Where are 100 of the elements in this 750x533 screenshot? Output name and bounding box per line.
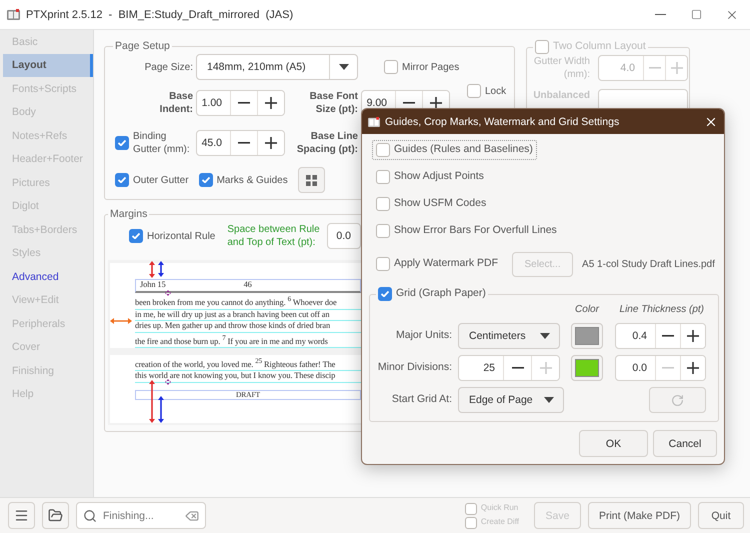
dialog-button[interactable]: Cancel <box>653 430 717 457</box>
window-title: PTXprint 2.5.12 - BIM_E:Study_Draft_mirrored (JAS) <box>26 8 294 20</box>
checkbox[interactable] <box>115 136 129 150</box>
minus-icon <box>662 335 674 337</box>
plus-icon <box>265 137 277 149</box>
spin-field[interactable]: 45.0 <box>196 130 285 156</box>
checkbox-label: Lock <box>485 84 506 98</box>
spin-field[interactable]: 0.4 <box>615 323 706 349</box>
number-field[interactable]: 0.0 <box>616 356 655 380</box>
checkbox-label: Two Column Layout <box>553 40 646 54</box>
field-label: Base Line Spacing (pt): <box>296 130 358 156</box>
checkbox-label: Show USFM Codes <box>394 196 486 210</box>
spin-field[interactable]: 1.00 <box>196 90 285 116</box>
grid-settings-button[interactable] <box>298 167 325 193</box>
color-button[interactable] <box>571 323 603 349</box>
field-label: Major Units: <box>396 329 452 343</box>
checkbox[interactable] <box>535 40 549 54</box>
column-header: Color <box>575 302 599 316</box>
minimize-icon <box>654 14 666 15</box>
open-folder-button[interactable] <box>42 502 69 529</box>
plus-icon <box>670 62 682 74</box>
margin-arrow <box>149 380 155 423</box>
checkbox[interactable] <box>115 173 129 187</box>
maximize-icon <box>690 9 702 20</box>
checkbox[interactable] <box>376 142 390 156</box>
minus-icon <box>238 102 250 104</box>
folder-icon <box>48 508 63 523</box>
checkbox[interactable] <box>129 229 143 243</box>
checkbox[interactable] <box>376 196 390 210</box>
minus-icon <box>403 102 415 104</box>
field-label: Base Indent: <box>158 90 193 116</box>
checkbox[interactable] <box>464 502 477 514</box>
body-text-line: creation of the world, you loved me. $^{25}$ Righteous father! The <box>135 356 361 372</box>
sidebar-item[interactable]: Advanced <box>3 265 93 288</box>
number-field[interactable]: 0.4 <box>616 324 655 348</box>
checkbox-label: Quick Run <box>480 503 518 514</box>
quit-button[interactable]: Quit <box>698 502 744 529</box>
spin-field[interactable]: 0.0 <box>615 355 706 381</box>
menu-button[interactable] <box>8 502 35 529</box>
checkbox-label: Binding Gutter (mm): <box>133 130 191 156</box>
start-grid-dropdown[interactable]: Edge of Page <box>458 387 564 413</box>
field-label: Space between Rule and Top of Text (pt): <box>227 223 321 249</box>
margin-arrow <box>165 379 171 385</box>
checkbox-label: Create Diff <box>480 517 519 528</box>
checkbox[interactable] <box>467 84 481 98</box>
color-button[interactable] <box>571 355 603 381</box>
dialog-button[interactable]: OK <box>579 430 648 457</box>
checkbox-label: Show Adjust Points <box>394 170 484 184</box>
body-text-line: the fire and those burn up. $^{7}$ If you are in me and my words <box>135 332 361 348</box>
page-number: 46 <box>244 280 252 290</box>
number-field[interactable]: 0.0 <box>328 224 360 248</box>
group-title: Margins <box>109 208 148 220</box>
print-button[interactable]: Print (Make PDF) <box>588 502 691 529</box>
clear-icon <box>185 508 199 522</box>
checkbox[interactable] <box>376 170 390 184</box>
units-dropdown[interactable]: Centimeters <box>458 323 560 349</box>
number-field[interactable]: 1.00 <box>197 91 230 115</box>
app-icon <box>7 9 20 20</box>
app-icon <box>368 116 380 126</box>
plus-icon <box>687 362 699 374</box>
field-label: Page Size: <box>144 60 193 74</box>
body-text-line: dries up. Men gather up and throw those kinds of dried bran <box>135 321 361 333</box>
checkmark-icon <box>381 291 389 297</box>
checkbox[interactable] <box>464 516 477 528</box>
spin-field[interactable]: 25 <box>458 355 560 381</box>
checkbox-label: Mirror Pages <box>402 60 460 74</box>
minus-icon <box>512 367 524 369</box>
file-name: A5 1-col Study Draft Lines.pdf <box>582 258 715 270</box>
search-field[interactable]: Finishing... <box>76 502 206 529</box>
column-header: Line Thickness (pt) <box>620 302 704 316</box>
plus-icon <box>430 97 442 109</box>
number-field[interactable]: 9.00 <box>362 91 395 115</box>
page-size-dropdown[interactable]: 148mm, 210mm (A5) <box>196 54 358 80</box>
increment-button[interactable] <box>680 324 705 348</box>
minus-icon <box>238 142 250 144</box>
search-icon <box>83 508 97 522</box>
sidebar-item[interactable]: Layout <box>3 54 93 77</box>
checkbox-label: Outer Gutter <box>133 174 189 186</box>
increment-button[interactable] <box>257 131 284 155</box>
dialog-title: Guides, Crop Marks, Watermark and Grid Settings <box>385 116 620 128</box>
checkbox[interactable] <box>378 287 392 301</box>
plus-icon <box>687 330 699 342</box>
increment-button[interactable] <box>257 91 284 115</box>
number-field[interactable]: 25 <box>459 356 503 380</box>
minus-icon <box>648 67 660 69</box>
checkbox[interactable] <box>376 224 390 238</box>
checkbox[interactable] <box>376 257 390 271</box>
checkbox[interactable] <box>384 60 398 74</box>
margin-arrow <box>158 261 164 277</box>
caret-icon <box>338 64 348 70</box>
checkbox[interactable] <box>198 173 213 187</box>
number-field[interactable]: 45.0 <box>197 131 230 155</box>
grid-icon <box>306 174 317 186</box>
caret-icon <box>540 333 550 339</box>
increment-button[interactable] <box>680 356 705 380</box>
field-label: Base Font Size (pt): <box>308 90 358 116</box>
body-text-line: in me, he will dry up just as a branch having been cut off an <box>135 310 361 322</box>
search-input[interactable]: Finishing... <box>101 508 181 522</box>
checkbox-label: Show Error Bars For Overfull Lines <box>394 224 557 238</box>
field-label: Gutter Width (mm): <box>533 55 590 81</box>
